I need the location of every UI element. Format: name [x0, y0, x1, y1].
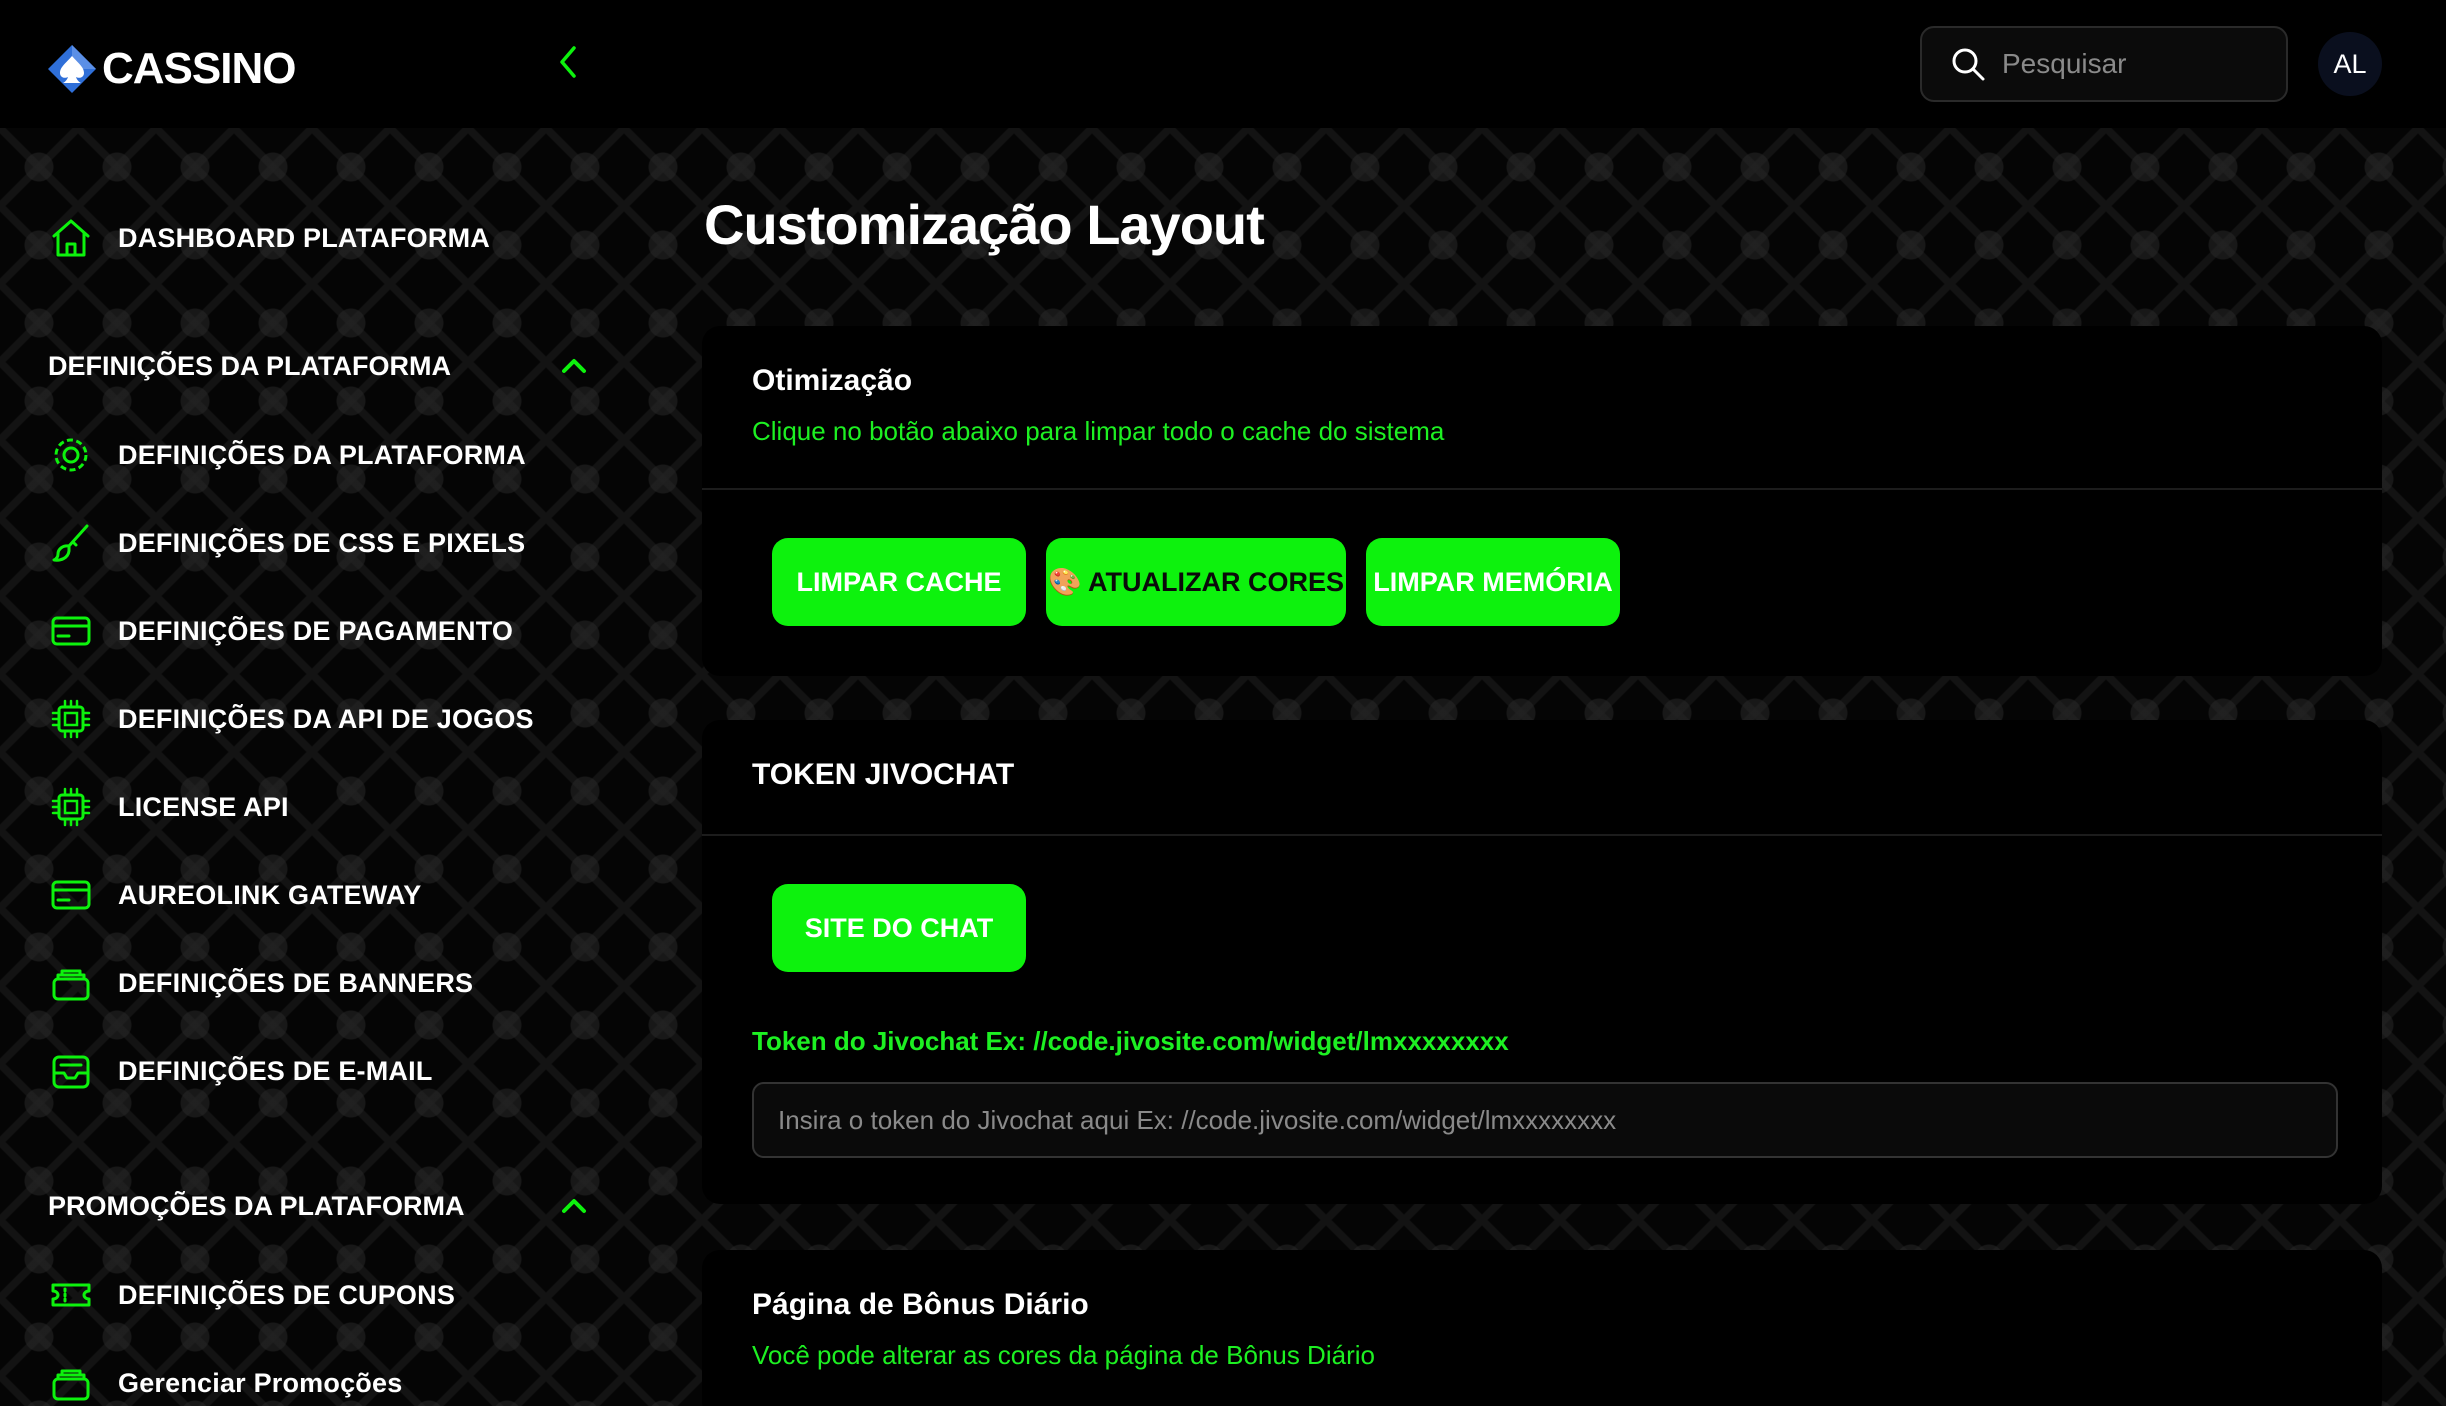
update-colors-button[interactable]: 🎨 ATUALIZAR CORES	[1046, 538, 1346, 626]
sidebar-item-label: DEFINIÇÕES DA PLATAFORMA	[118, 439, 526, 470]
sidebar-item-label: DEFINIÇÕES DA API DE JOGOS	[118, 703, 534, 734]
sidebar-item-platform-settings[interactable]: DEFINIÇÕES DA PLATAFORMA	[48, 427, 526, 483]
sidebar-item-label: DASHBOARD PLATAFORMA	[118, 222, 490, 253]
section-title: DEFINIÇÕES DA PLATAFORMA	[48, 350, 451, 381]
sidebar-item-email[interactable]: DEFINIÇÕES DE E-MAIL	[48, 1043, 433, 1099]
sidebar-item-banners[interactable]: DEFINIÇÕES DE BANNERS	[48, 955, 473, 1011]
chevron-up-icon	[562, 359, 586, 373]
sidebar-item-label: AUREOLINK GATEWAY	[118, 879, 422, 910]
section-header-platform-settings[interactable]: DEFINIÇÕES DA PLATAFORMA	[48, 342, 588, 390]
search-box[interactable]	[1920, 26, 2288, 102]
sidebar-item-manage-promotions[interactable]: Gerenciar Promoções	[48, 1355, 402, 1406]
sidebar-item-label: DEFINIÇÕES DE BANNERS	[118, 967, 474, 998]
sidebar-item-label: LICENSE API	[118, 791, 289, 822]
sidebar-item-aureolink-gateway[interactable]: AUREOLINK GATEWAY	[48, 867, 421, 923]
sidebar-item-css-pixels[interactable]: DEFINIÇÕES DE CSS E PIXELS	[48, 515, 525, 571]
sidebar-item-dashboard[interactable]: DASHBOARD PLATAFORMA	[48, 210, 490, 266]
avatar[interactable]: AL	[2318, 32, 2382, 96]
logo[interactable]: CASSINO	[46, 44, 296, 94]
optimization-card: Otimização Clique no botão abaixo para l…	[702, 326, 2382, 676]
sidebar-item-label: DEFINIÇÕES DE CSS E PIXELS	[118, 527, 526, 558]
token-field-label: Token do Jivochat Ex: //code.jivosite.co…	[752, 1026, 1509, 1056]
collapse-sidebar-button[interactable]	[548, 42, 588, 82]
sidebar-item-label: DEFINIÇÕES DE CUPONS	[118, 1279, 456, 1310]
sidebar-item-license-api[interactable]: LICENSE API	[48, 779, 289, 835]
card-title: Otimização	[752, 364, 913, 397]
jivochat-card: TOKEN JIVOCHAT SITE DO CHAT Token do Jiv…	[702, 720, 2382, 1204]
logo-text: CASSINO	[102, 44, 296, 93]
card-subtitle: Você pode alterar as cores da página de …	[752, 1340, 1375, 1370]
card-title: Página de Bônus Diário	[752, 1288, 1089, 1321]
stack-icon	[48, 1360, 94, 1406]
stack-icon	[48, 960, 94, 1006]
token-input[interactable]	[752, 1082, 2338, 1158]
card-subtitle: Clique no botão abaixo para limpar todo …	[752, 416, 1445, 446]
chat-site-button[interactable]: SITE DO CHAT	[772, 884, 1026, 972]
section-title: PROMOÇÕES DA PLATAFORMA	[48, 1190, 465, 1221]
top-bar: CASSINO AL	[0, 0, 2446, 128]
sidebar-item-games-api[interactable]: DEFINIÇÕES DA API DE JOGOS	[48, 691, 534, 747]
card-header: Otimização Clique no botão abaixo para l…	[702, 326, 2382, 490]
chip-icon	[48, 784, 94, 830]
chip-icon	[48, 696, 94, 742]
daily-bonus-card: Página de Bônus Diário Você pode alterar…	[702, 1250, 2382, 1406]
home-icon	[48, 215, 94, 261]
card-header: Página de Bônus Diário Você pode alterar…	[702, 1250, 2382, 1406]
sidebar-item-label: DEFINIÇÕES DE PAGAMENTO	[118, 615, 514, 646]
clear-cache-button[interactable]: LIMPAR CACHE	[772, 538, 1026, 626]
search-icon	[1952, 48, 1985, 81]
card-title: TOKEN JIVOCHAT	[752, 758, 1015, 791]
credit-card-icon	[48, 608, 94, 654]
chevron-up-icon	[562, 1199, 586, 1213]
card-header: TOKEN JIVOCHAT	[702, 720, 2382, 836]
gear-icon	[48, 432, 94, 478]
sidebar: DASHBOARD PLATAFORMA DEFINIÇÕES DA PLATA…	[0, 128, 640, 1406]
sidebar-item-coupons[interactable]: DEFINIÇÕES DE CUPONS	[48, 1267, 455, 1323]
page-title: Customização Layout	[704, 193, 1265, 256]
section-header-promotions[interactable]: PROMOÇÕES DA PLATAFORMA	[48, 1182, 588, 1230]
ticket-icon	[48, 1272, 94, 1318]
brush-icon	[48, 520, 94, 566]
inbox-icon	[48, 1048, 94, 1094]
spade-diamond-icon	[48, 45, 96, 93]
sidebar-item-label: DEFINIÇÕES DE E-MAIL	[118, 1055, 433, 1086]
clear-memory-button[interactable]: LIMPAR MEMÓRIA	[1366, 538, 1620, 626]
credit-card-icon	[48, 872, 94, 918]
chevron-left-icon	[560, 46, 576, 78]
search-input[interactable]	[2002, 48, 2262, 80]
sidebar-item-payment[interactable]: DEFINIÇÕES DE PAGAMENTO	[48, 603, 513, 659]
sidebar-item-label: Gerenciar Promoções	[118, 1367, 403, 1398]
